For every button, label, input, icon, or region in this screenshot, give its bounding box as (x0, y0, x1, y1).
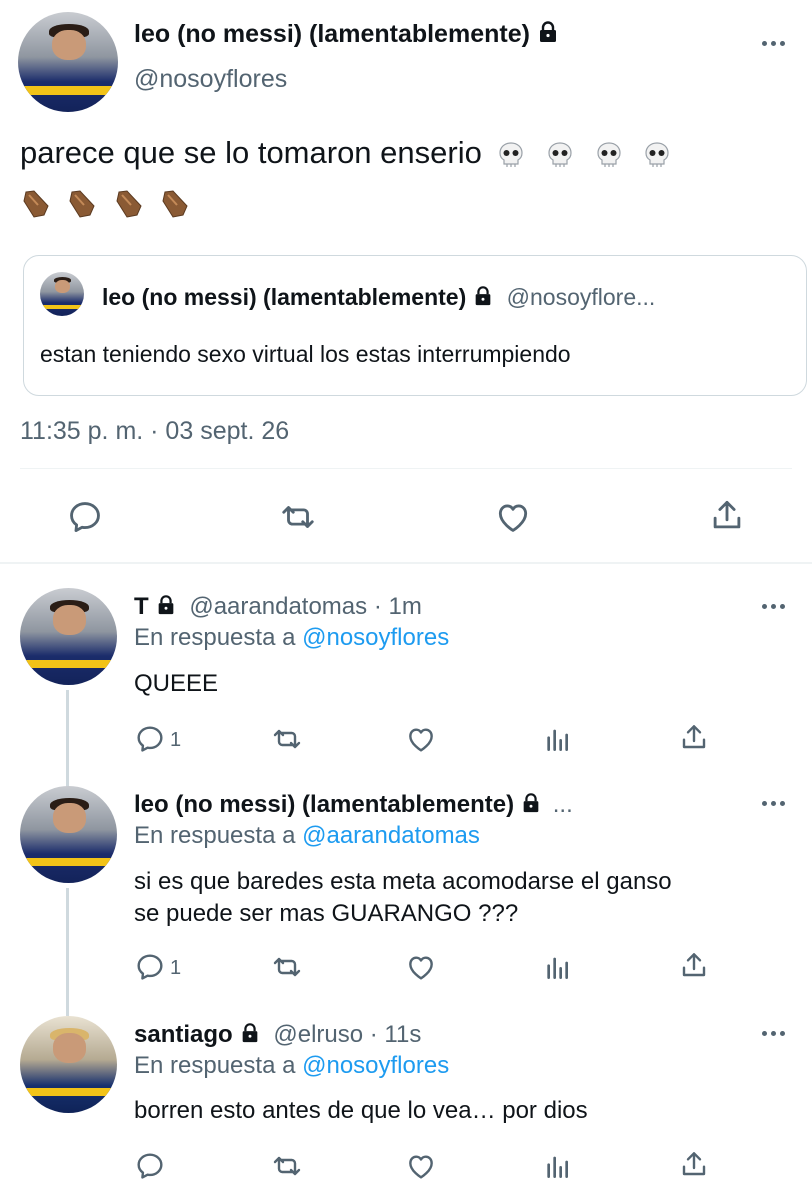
reply-time[interactable]: · 11s (370, 1021, 422, 1048)
reply-time[interactable]: · 1m (374, 593, 422, 620)
more-icon[interactable] (762, 41, 785, 46)
reply-context: En respuesta a @aarandatomas (134, 822, 480, 850)
analytics-icon[interactable] (542, 1150, 574, 1182)
reply-header-ellipsis: ... (552, 791, 573, 818)
author-handle[interactable]: @nosoyflores (134, 65, 287, 94)
tweet-text-body: parece que se lo tomaron enserio (20, 135, 482, 170)
quote-avatar (40, 272, 84, 316)
reply-author-handle[interactable]: @elruso (273, 1021, 363, 1048)
reply-context: En respuesta a @nosoyflores (134, 624, 449, 652)
coffin-icon (116, 190, 142, 218)
quote-author-handle: @nosoyflore... (506, 284, 656, 310)
skull-icon (548, 142, 572, 167)
like-icon[interactable] (494, 498, 532, 536)
coffin-icon (162, 190, 188, 218)
reply-header: leo (no messi) (lamentablemente) ... (134, 791, 573, 819)
author-name-text: leo (no messi) (lamentablemente) (134, 20, 530, 48)
retweet-icon[interactable] (270, 723, 304, 755)
skull-icon (645, 142, 669, 167)
reply-count: 1 (170, 729, 182, 751)
reply-author-name[interactable]: santiago (134, 1021, 233, 1048)
reply-to-link[interactable]: @nosoyflores (302, 1052, 449, 1079)
reply-author-name[interactable]: T (134, 593, 149, 620)
reply-text: QUEEE (134, 670, 219, 697)
reply-to-link[interactable]: @aarandatomas (302, 822, 480, 849)
share-icon[interactable] (708, 496, 746, 534)
like-icon[interactable] (405, 723, 437, 755)
more-icon[interactable] (762, 801, 785, 806)
quote-author-name: leo (no messi) (lamentablemente) (102, 284, 467, 310)
avatar[interactable] (18, 12, 118, 112)
avatar[interactable] (20, 1016, 117, 1113)
avatar[interactable] (20, 588, 117, 685)
skull-icon (597, 142, 621, 167)
reply-icon[interactable] (134, 723, 166, 755)
reply-header: T @aarandatomas · 1m (134, 593, 422, 621)
author-name[interactable]: leo (no messi) (lamentablemente) (134, 20, 560, 49)
reply-author-name[interactable]: leo (no messi) (lamentablemente) (134, 791, 514, 818)
quote-text: estan teniendo sexo virtual los estas in… (40, 341, 571, 367)
share-icon[interactable] (678, 949, 710, 981)
reply-text: borren esto antes de que lo vea… por dio… (134, 1097, 588, 1124)
lock-icon (239, 1022, 261, 1044)
reply-icon[interactable] (66, 498, 104, 536)
quote-header: leo (no messi) (lamentablemente) @nosoyf… (102, 284, 655, 311)
reply-icon[interactable] (134, 1150, 166, 1182)
like-icon[interactable] (405, 1150, 437, 1182)
coffin-icon (69, 190, 96, 218)
share-icon[interactable] (678, 1148, 710, 1180)
reply-context-prefix: En respuesta a (134, 624, 296, 651)
quoted-tweet[interactable]: leo (no messi) (lamentablemente) @nosoyf… (23, 255, 807, 396)
reply-context-prefix: En respuesta a (134, 822, 296, 849)
avatar[interactable] (20, 786, 117, 883)
lock-icon (536, 20, 560, 44)
tweet-timestamp[interactable]: 11:35 p. m. · 03 sept. 26 (20, 417, 289, 446)
share-icon[interactable] (678, 721, 710, 753)
like-icon[interactable] (405, 951, 437, 983)
coffin-icon (23, 190, 49, 218)
reply-count: 1 (170, 957, 182, 979)
lock-icon (520, 792, 542, 814)
reply-context: En respuesta a @nosoyflores (134, 1052, 449, 1080)
retweet-icon[interactable] (278, 498, 318, 536)
reply-text-line: se puede ser mas GUARANGO ??? (134, 900, 519, 927)
emoji-line (20, 188, 201, 220)
tweet-text: parece que se lo tomaron enserio (20, 135, 682, 171)
reply-header: santiago @elruso · 11s (134, 1021, 421, 1049)
reply-author-handle[interactable]: @aarandatomas (189, 593, 367, 620)
more-icon[interactable] (762, 1031, 785, 1036)
lock-icon (472, 285, 494, 307)
analytics-icon[interactable] (542, 723, 574, 755)
reply-text-line: si es que baredes esta meta acomodarse e… (134, 868, 672, 895)
retweet-icon[interactable] (270, 951, 304, 983)
reply-to-link[interactable]: @nosoyflores (302, 624, 449, 651)
skull-icon (499, 142, 524, 167)
analytics-icon[interactable] (542, 951, 574, 983)
more-icon[interactable] (762, 604, 785, 609)
lock-icon (155, 594, 177, 616)
reply-context-prefix: En respuesta a (134, 1052, 296, 1079)
reply-icon[interactable] (134, 951, 166, 983)
retweet-icon[interactable] (270, 1150, 304, 1182)
